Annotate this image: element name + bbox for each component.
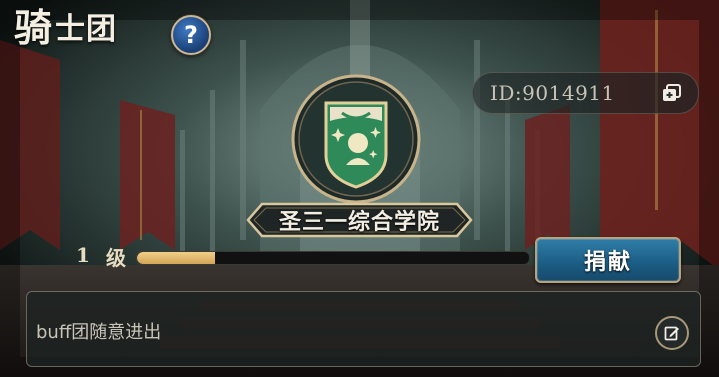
donate-button[interactable]: 捐献 [535,237,681,283]
guild-level-number: 1 [76,243,90,267]
edit-icon [664,326,679,341]
shield-emblem-icon [291,74,421,204]
guild-notice-text: buff团随意进出 [36,322,162,343]
question-mark-icon: ? [184,21,198,49]
guild-notice-box: buff团随意进出 [26,291,701,367]
guild-panel: 骑 士团 ? ID:9014911 圣三一综合学院 1 级 捐献 buff团随意… [0,0,719,377]
guild-name: 圣三一综合学院 [278,210,440,235]
title-rest: 士团 [55,12,118,47]
guild-id-pill: ID:9014911 [472,72,699,114]
edit-notice-button[interactable] [655,316,689,350]
level-progress-fill [137,252,216,264]
level-progress-bar [136,251,530,265]
guild-level-label: 级 [106,246,126,270]
title-first-char: 骑 [14,5,54,50]
help-button[interactable]: ? [171,15,211,55]
guild-id-text: ID:9014911 [490,81,615,105]
page-title: 骑 士团 [14,6,117,50]
copy-icon[interactable] [662,84,682,102]
